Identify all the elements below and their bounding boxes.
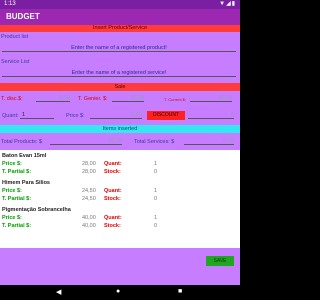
product-search-input[interactable]: Enter the name of a registered product! xyxy=(2,44,236,52)
insert-section-header: Insert Product/Service xyxy=(0,25,240,32)
item-partial-value: 24,50 xyxy=(82,196,96,202)
item-price-value: 28,00 xyxy=(82,161,96,167)
status-icons: ▼◢▮ xyxy=(219,1,236,7)
discount-button[interactable]: DISCOUNT xyxy=(147,111,185,120)
item-price-value: 40,00 xyxy=(82,215,96,221)
item-stock-value: 0 xyxy=(154,196,158,202)
product-list-label: Product list xyxy=(1,34,29,40)
item-partial-label: T. Partial $: xyxy=(2,169,32,175)
item-stock-value: 0 xyxy=(154,169,158,175)
system-nav-bar: ◀ ● ■ xyxy=(0,285,240,300)
t-current-field[interactable]: 92,50 xyxy=(190,94,232,102)
item-price-label: Price $: xyxy=(2,161,22,167)
quant-input[interactable]: 1 xyxy=(20,111,54,119)
main-content: Insert Product/Service Product list Ente… xyxy=(0,25,240,285)
items-list: Baton Evan 15ml Price $: 28,00 Quant: 1 … xyxy=(0,150,240,248)
item-name[interactable]: Pigmentação Sobrancelha xyxy=(2,207,71,213)
sale-section-header: Sale xyxy=(0,83,240,91)
item-quant-label: Quant: xyxy=(104,188,122,194)
item-quant-value: 1 xyxy=(154,215,158,221)
total-services-field: 0,00 xyxy=(184,137,234,145)
home-icon[interactable]: ● xyxy=(116,288,120,295)
items-section-header: Items inserted xyxy=(0,125,240,133)
t-disc-label: T. disc.$: xyxy=(1,96,23,102)
back-icon[interactable]: ◀ xyxy=(56,288,61,296)
item-partial-label: T. Partial $: xyxy=(2,223,32,229)
item-partial-value: 40,00 xyxy=(82,223,96,229)
item-price-label: Price $: xyxy=(2,215,22,221)
item-partial-label: T. Partial $: xyxy=(2,196,32,202)
t-current-label: T. Current $: xyxy=(164,97,187,102)
item-price-label: Price $: xyxy=(2,188,22,194)
item-quant-value: 1 xyxy=(154,161,158,167)
status-bar: 1:13 ▼◢▮ xyxy=(0,0,240,9)
item-name[interactable]: Himem Para Silios xyxy=(2,180,50,186)
item-stock-value: 0 xyxy=(154,223,158,229)
item-quant-value: 1 xyxy=(154,188,158,194)
price-label: Price $: xyxy=(66,113,85,119)
status-time: 1:13 xyxy=(4,1,16,7)
price-input[interactable]: 0,00 xyxy=(90,111,142,119)
t-disc-field[interactable]: 0,00 xyxy=(36,94,70,102)
item-partial-value: 28,00 xyxy=(82,169,96,175)
quant-label: Quant: xyxy=(2,113,19,119)
item-name[interactable]: Baton Evan 15ml xyxy=(2,153,46,159)
total-services-label: Total Services: $ xyxy=(134,139,175,145)
total-products-field: 92,50 xyxy=(50,137,122,145)
discount-input[interactable]: 0 xyxy=(188,111,234,119)
service-list-label: Service List xyxy=(1,59,30,65)
total-products-label: Total Products: $ xyxy=(1,139,42,145)
item-quant-label: Quant: xyxy=(104,215,122,221)
save-button[interactable]: SAVE xyxy=(206,256,234,266)
app-title: BUDGET xyxy=(6,12,40,21)
t-genier-field[interactable]: 92,50 xyxy=(112,94,144,102)
recent-apps-icon[interactable]: ■ xyxy=(178,288,182,295)
item-stock-label: Stock: xyxy=(104,196,121,202)
t-genier-label: T. Genier. $: xyxy=(78,96,108,102)
item-stock-label: Stock: xyxy=(104,169,121,175)
app-bar: BUDGET xyxy=(0,9,240,25)
item-price-value: 24,50 xyxy=(82,188,96,194)
item-quant-label: Quant: xyxy=(104,161,122,167)
item-stock-label: Stock: xyxy=(104,223,121,229)
service-search-input[interactable]: Enter the name of a registered service! xyxy=(2,69,236,77)
